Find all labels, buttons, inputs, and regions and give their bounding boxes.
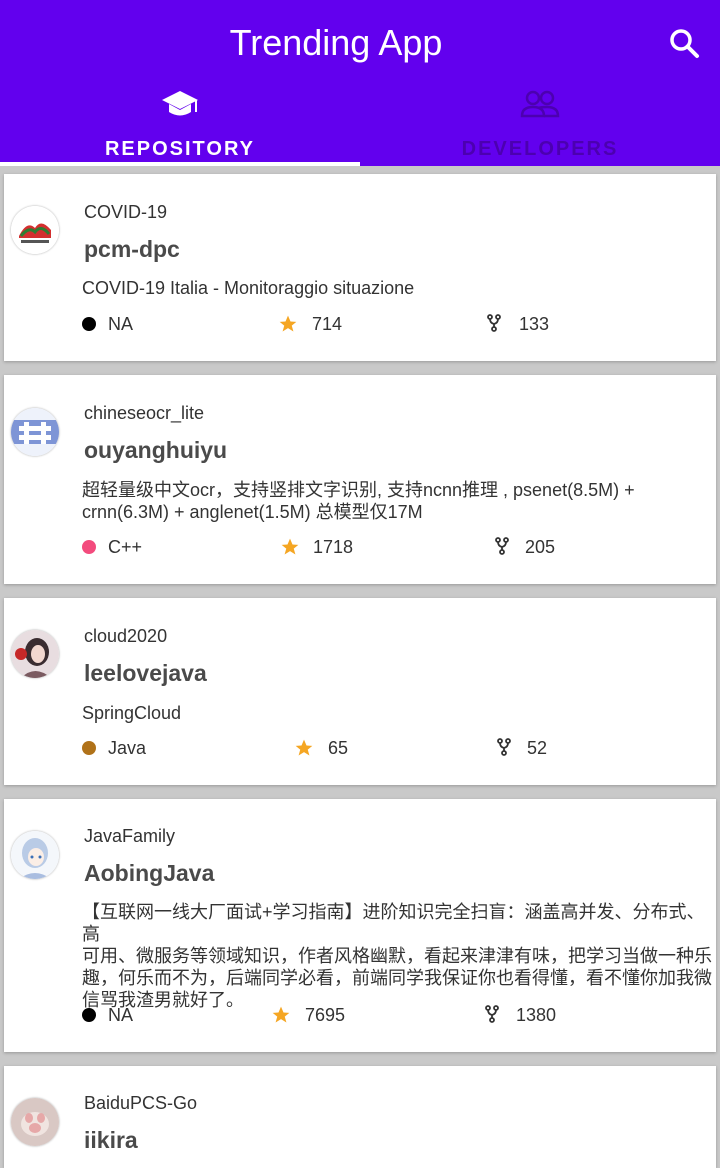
repo-description-line: 【互联网一线大厂面试+学习指南】进阶知识完全扫盲：涵盖高并发、分布式、高 xyxy=(82,902,705,944)
language-label: C++ xyxy=(108,537,143,557)
repo-name[interactable]: ouyanghuiyu xyxy=(84,437,227,464)
forks-count: 1380 xyxy=(516,1005,557,1025)
avatar xyxy=(11,630,59,678)
repo-name[interactable]: pcm-dpc xyxy=(84,236,180,263)
repo-name[interactable]: AobingJava xyxy=(84,860,214,887)
star-icon xyxy=(272,1006,290,1023)
repo-meta: NA 7695 1380 xyxy=(4,1003,716,1027)
tab-developers[interactable]: DEVELOPERS xyxy=(360,80,720,166)
repo-description: 超轻量级中文ocr，支持竖排文字识别, 支持ncnn推理 , psenet(8.… xyxy=(82,479,712,523)
tab-repository[interactable]: REPOSITORY xyxy=(0,80,360,166)
stars-count: 714 xyxy=(312,314,343,334)
search-icon xyxy=(670,29,699,58)
avatar xyxy=(11,206,59,254)
app-title: Trending App xyxy=(229,22,443,63)
fork-icon xyxy=(487,314,501,332)
star-icon xyxy=(295,739,313,756)
tab-repository-label: REPOSITORY xyxy=(104,138,256,160)
forks-count: 133 xyxy=(519,314,550,334)
repo-description-line: 超轻量级中文ocr，支持竖排文字识别, 支持ncnn推理 , psenet(8.… xyxy=(82,480,635,500)
graduation-cap-icon xyxy=(162,91,198,116)
repo-meta: NA 714 133 xyxy=(4,312,716,336)
repo-card[interactable]: cloud2020 leelovejava SpringCloud Java 6… xyxy=(4,598,716,785)
repo-description-line: crnn(6.3M) + anglenet(1.5M) 总模型仅17M xyxy=(82,502,423,522)
search-button[interactable] xyxy=(664,24,704,64)
avatar xyxy=(11,831,59,879)
repo-card[interactable]: chineseocr_lite ouyanghuiyu 超轻量级中文ocr，支持… xyxy=(4,375,716,584)
stars-count: 65 xyxy=(328,738,349,758)
repo-card[interactable]: BaiduPCS-Go iikira xyxy=(4,1066,716,1168)
stars-count: 1718 xyxy=(313,537,354,557)
repo-description-line: 趣，何乐而不为，后端同学必看，前端同学我保证你也看得懂，看不懂你加我微 xyxy=(82,968,712,988)
repo-card[interactable]: JavaFamily AobingJava 【互联网一线大厂面试+学习指南】进阶… xyxy=(4,799,716,1052)
language-dot xyxy=(82,317,96,331)
repo-owner: COVID-19 xyxy=(84,202,168,222)
repo-description: COVID-19 Italia - Monitoraggio situazion… xyxy=(82,278,415,298)
repo-description: SpringCloud xyxy=(82,703,182,723)
stars-count: 7695 xyxy=(305,1005,346,1025)
language-label: NA xyxy=(108,1005,134,1025)
tab-indicator xyxy=(0,162,360,166)
repo-card[interactable]: COVID-19 pcm-dpc COVID-19 Italia - Monit… xyxy=(4,174,716,361)
repo-name[interactable]: leelovejava xyxy=(84,660,207,687)
forks-count: 205 xyxy=(525,537,556,557)
app-bar: Trending App REPOSITORY DEVELOPERS xyxy=(0,0,720,166)
people-icon xyxy=(520,90,560,118)
avatar xyxy=(11,408,59,456)
repo-owner: BaiduPCS-Go xyxy=(84,1093,198,1113)
language-dot xyxy=(82,540,96,554)
fork-icon xyxy=(485,1005,499,1023)
avatar xyxy=(11,1098,59,1146)
star-icon xyxy=(279,315,297,332)
star-icon xyxy=(281,538,299,555)
repo-description-line: 可用、微服务等领域知识，作者风格幽默，看起来津津有味，把学习当做一种乐 xyxy=(82,946,712,966)
fork-icon xyxy=(495,537,509,555)
language-label: NA xyxy=(108,314,134,334)
repo-name[interactable]: iikira xyxy=(84,1127,138,1154)
repo-meta: C++ 1718 205 xyxy=(4,535,716,559)
forks-count: 52 xyxy=(527,738,548,758)
repo-owner: JavaFamily xyxy=(84,826,176,846)
language-label: Java xyxy=(108,738,147,758)
tab-developers-label: DEVELOPERS xyxy=(461,138,619,160)
language-dot xyxy=(82,741,96,755)
repo-meta: Java 65 52 xyxy=(4,736,716,760)
fork-icon xyxy=(497,738,511,756)
language-dot xyxy=(82,1008,96,1022)
repo-owner: chineseocr_lite xyxy=(84,403,205,423)
repo-description: 【互联网一线大厂面试+学习指南】进阶知识完全扫盲：涵盖高并发、分布式、高 可用、… xyxy=(82,901,712,1011)
repo-owner: cloud2020 xyxy=(84,626,168,646)
